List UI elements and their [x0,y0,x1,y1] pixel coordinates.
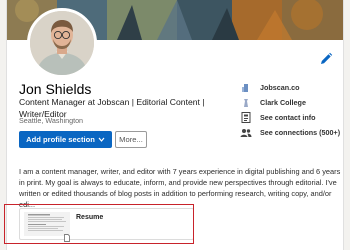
connections-label: See connections (500+) [260,128,341,137]
profile-location: Seattle, Washington [19,116,84,125]
contact-card-icon [240,112,252,124]
edit-pencil-icon[interactable] [319,52,333,66]
company-icon [240,82,252,94]
add-profile-section-button[interactable]: Add profile section [19,131,112,148]
contact-info-label: See contact info [260,113,316,122]
profile-info-list: Jobscan.co Clark College See contact inf… [240,80,343,140]
company-label: Jobscan.co [260,83,300,92]
add-profile-section-label: Add profile section [26,135,95,144]
school-label: Clark College [260,98,306,107]
company-link[interactable]: Jobscan.co [240,80,343,95]
highlight-box [4,204,194,244]
connections-link[interactable]: See connections (500+) [240,125,343,140]
chevron-down-icon [98,137,105,142]
contact-info-link[interactable]: See contact info [240,110,343,125]
school-link[interactable]: Clark College [240,95,343,110]
avatar[interactable] [27,8,97,78]
people-icon [240,127,252,139]
school-icon [240,97,252,109]
profile-name: Jon Shields [19,81,92,97]
more-button[interactable]: More... [115,131,147,148]
